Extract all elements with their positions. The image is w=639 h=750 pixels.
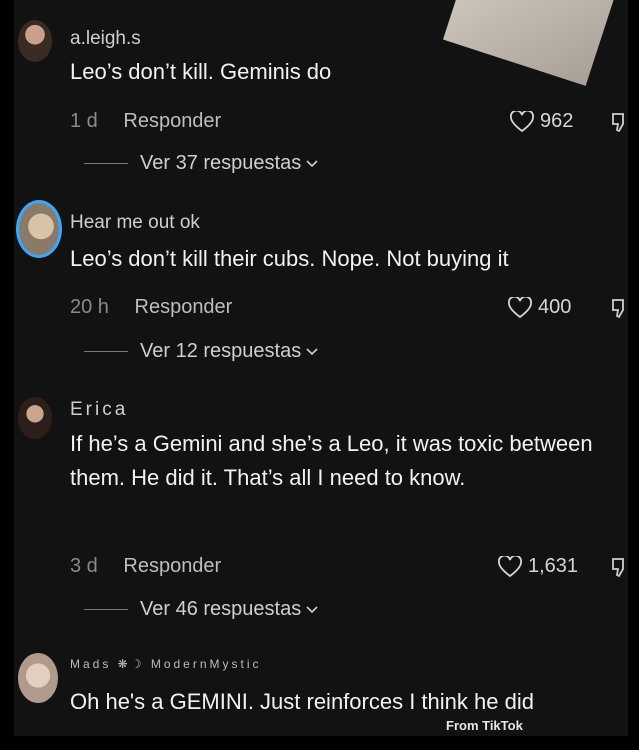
comment-author[interactable]: Mads ❋☽ ModernMystic [70, 657, 262, 671]
comment-meta: 1 d Responder [70, 110, 221, 133]
view-replies-button[interactable]: Ver 12 respuestas [84, 340, 319, 363]
avatar[interactable] [16, 200, 62, 258]
reply-button[interactable]: Responder [135, 296, 233, 318]
like-button[interactable]: 1,631 [498, 555, 578, 578]
thumb-down-icon[interactable] [610, 297, 628, 319]
avatar[interactable] [18, 20, 52, 62]
replies-divider [84, 351, 128, 352]
comment-time: 1 d [70, 110, 98, 132]
like-button[interactable]: 400 [508, 296, 571, 319]
chevron-down-icon [306, 347, 318, 355]
comment-text: Leo’s don’t kill. Geminis do [70, 59, 332, 84]
comment-text: Leo’s don’t kill their cubs. Nope. Not b… [70, 246, 509, 271]
comment-item: Hear me out ok Leo’s don’t kill their cu… [14, 200, 628, 385]
tiktok-watermark: From TikTok [446, 718, 523, 733]
comment-item: Mads ❋☽ ModernMystic Oh he's a GEMINI. J… [14, 645, 628, 736]
chevron-down-icon [306, 605, 318, 613]
comment-text: Oh he's a GEMINI. Just reinforces I thin… [70, 689, 534, 714]
like-count: 400 [538, 296, 572, 318]
like-count: 962 [540, 110, 574, 132]
comment-item: Erica If he’s a Gemini and she’s a Leo, … [14, 385, 628, 645]
comment-meta: 20 h Responder [70, 296, 232, 319]
comment-time: 3 d [70, 555, 98, 577]
comment-meta: 3 d Responder [70, 555, 221, 578]
like-count: 1,631 [528, 555, 579, 577]
comment-text: If he’s a Gemini and she’s a Leo, it was… [70, 431, 593, 490]
replies-divider [84, 609, 128, 610]
view-replies-button[interactable]: Ver 37 respuestas [84, 152, 319, 175]
avatar[interactable] [18, 397, 52, 439]
like-button[interactable]: 962 [510, 110, 573, 133]
view-replies-label: Ver 37 respuestas [140, 152, 302, 174]
view-replies-button[interactable]: Ver 46 respuestas [84, 598, 319, 621]
comment-author[interactable]: Erica [70, 399, 128, 421]
comment-time: 20 h [70, 296, 109, 318]
comments-panel: a.leigh.s Leo’s don’t kill. Geminis do 1… [14, 0, 628, 736]
comment-author[interactable]: a.leigh.s [70, 28, 141, 50]
reply-button[interactable]: Responder [123, 555, 221, 577]
replies-divider [84, 163, 128, 164]
avatar[interactable] [18, 653, 58, 703]
thumb-down-icon[interactable] [610, 111, 628, 133]
view-replies-label: Ver 46 respuestas [140, 598, 302, 620]
comment-item: a.leigh.s Leo’s don’t kill. Geminis do 1… [14, 0, 628, 200]
view-replies-label: Ver 12 respuestas [140, 340, 302, 362]
heart-icon [498, 555, 522, 577]
reply-button[interactable]: Responder [123, 110, 221, 132]
heart-icon [510, 110, 534, 132]
bottom-bar [0, 736, 639, 750]
thumb-down-icon[interactable] [610, 556, 628, 578]
heart-icon [508, 296, 532, 318]
chevron-down-icon [306, 159, 318, 167]
comment-author[interactable]: Hear me out ok [70, 212, 200, 234]
